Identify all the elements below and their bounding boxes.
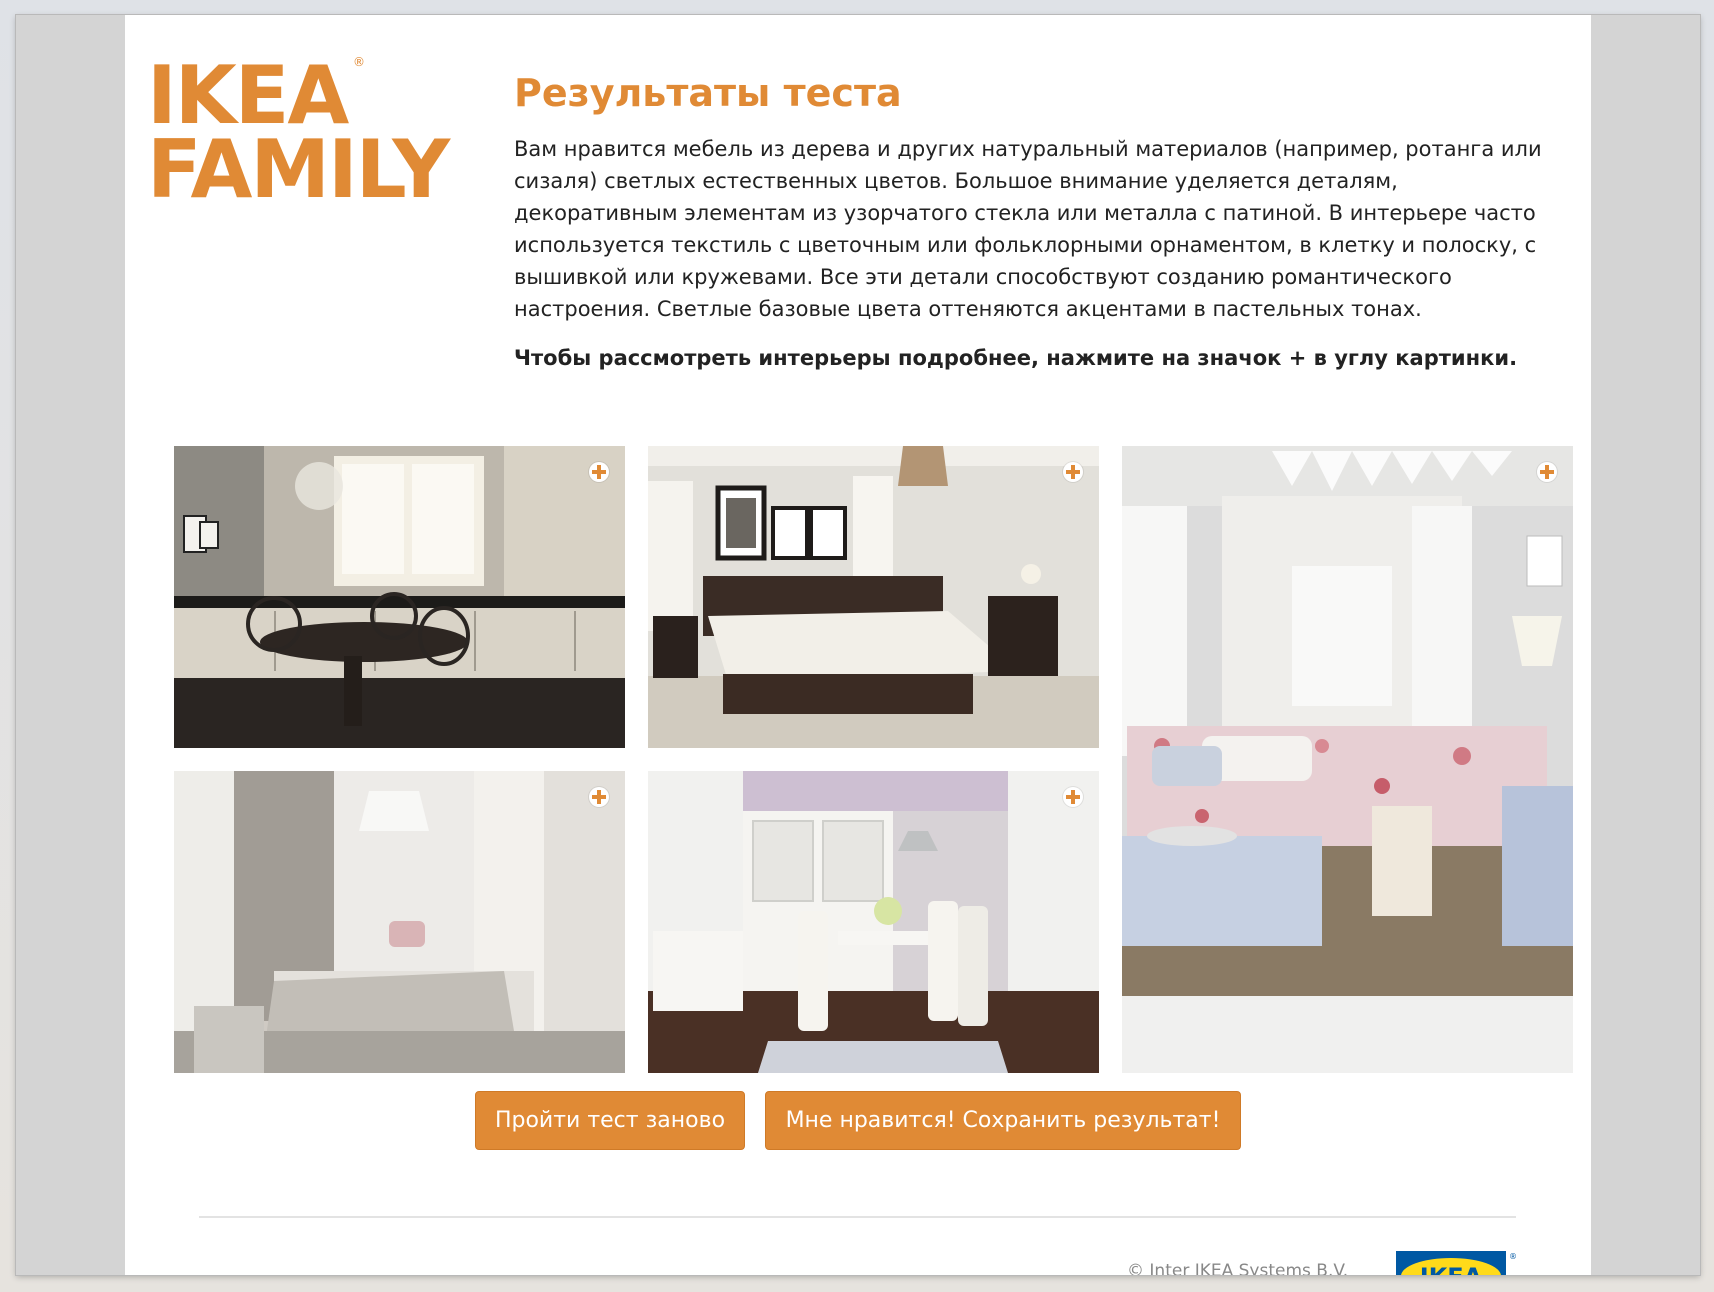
copyright-text: © Inter IKEA Systems B.V. [1127,1261,1349,1275]
ikea-logo: IKEA ® [1396,1251,1517,1275]
photo-living-room[interactable] [1122,446,1573,1073]
photo-canopy-bedroom[interactable] [174,771,625,1073]
expand-plus-icon[interactable] [589,462,609,482]
photo-dining-room[interactable] [648,771,1099,1073]
save-result-button[interactable]: Мне нравится! Сохранить результат! [765,1091,1241,1150]
registered-mark: ® [1509,1252,1516,1261]
results-page: IKEA ® FAMILY Результаты теста Вам нравит… [125,15,1591,1275]
browser-window: IKEA ® FAMILY Результаты теста Вам нравит… [16,15,1700,1275]
registered-mark: ® [353,55,365,69]
retake-test-button[interactable]: Пройти тест заново [475,1091,745,1150]
kitchen-image [174,446,625,748]
result-text: Результаты теста Вам нравится мебель из … [514,71,1544,374]
result-description: Вам нравится мебель из дерева и других н… [514,137,1542,321]
bedroom-image [648,446,1099,748]
expand-plus-icon[interactable] [1537,462,1557,482]
dining-room-image [648,771,1099,1073]
expand-plus-icon[interactable] [1063,787,1083,807]
expand-plus-icon[interactable] [1063,462,1083,482]
ikea-family-logo: IKEA ® FAMILY [147,49,450,216]
expand-plus-icon[interactable] [589,787,609,807]
photo-bedroom[interactable] [648,446,1099,748]
footer-divider [199,1216,1516,1218]
zoom-hint: Чтобы рассмотреть интерьеры подробнее, н… [514,346,1518,370]
living-room-image [1122,446,1573,1073]
photo-kitchen[interactable] [174,446,625,748]
ikea-logo-text: IKEA [1420,1263,1483,1275]
canopy-bedroom-image [174,771,625,1073]
page-title: Результаты теста [514,71,902,115]
